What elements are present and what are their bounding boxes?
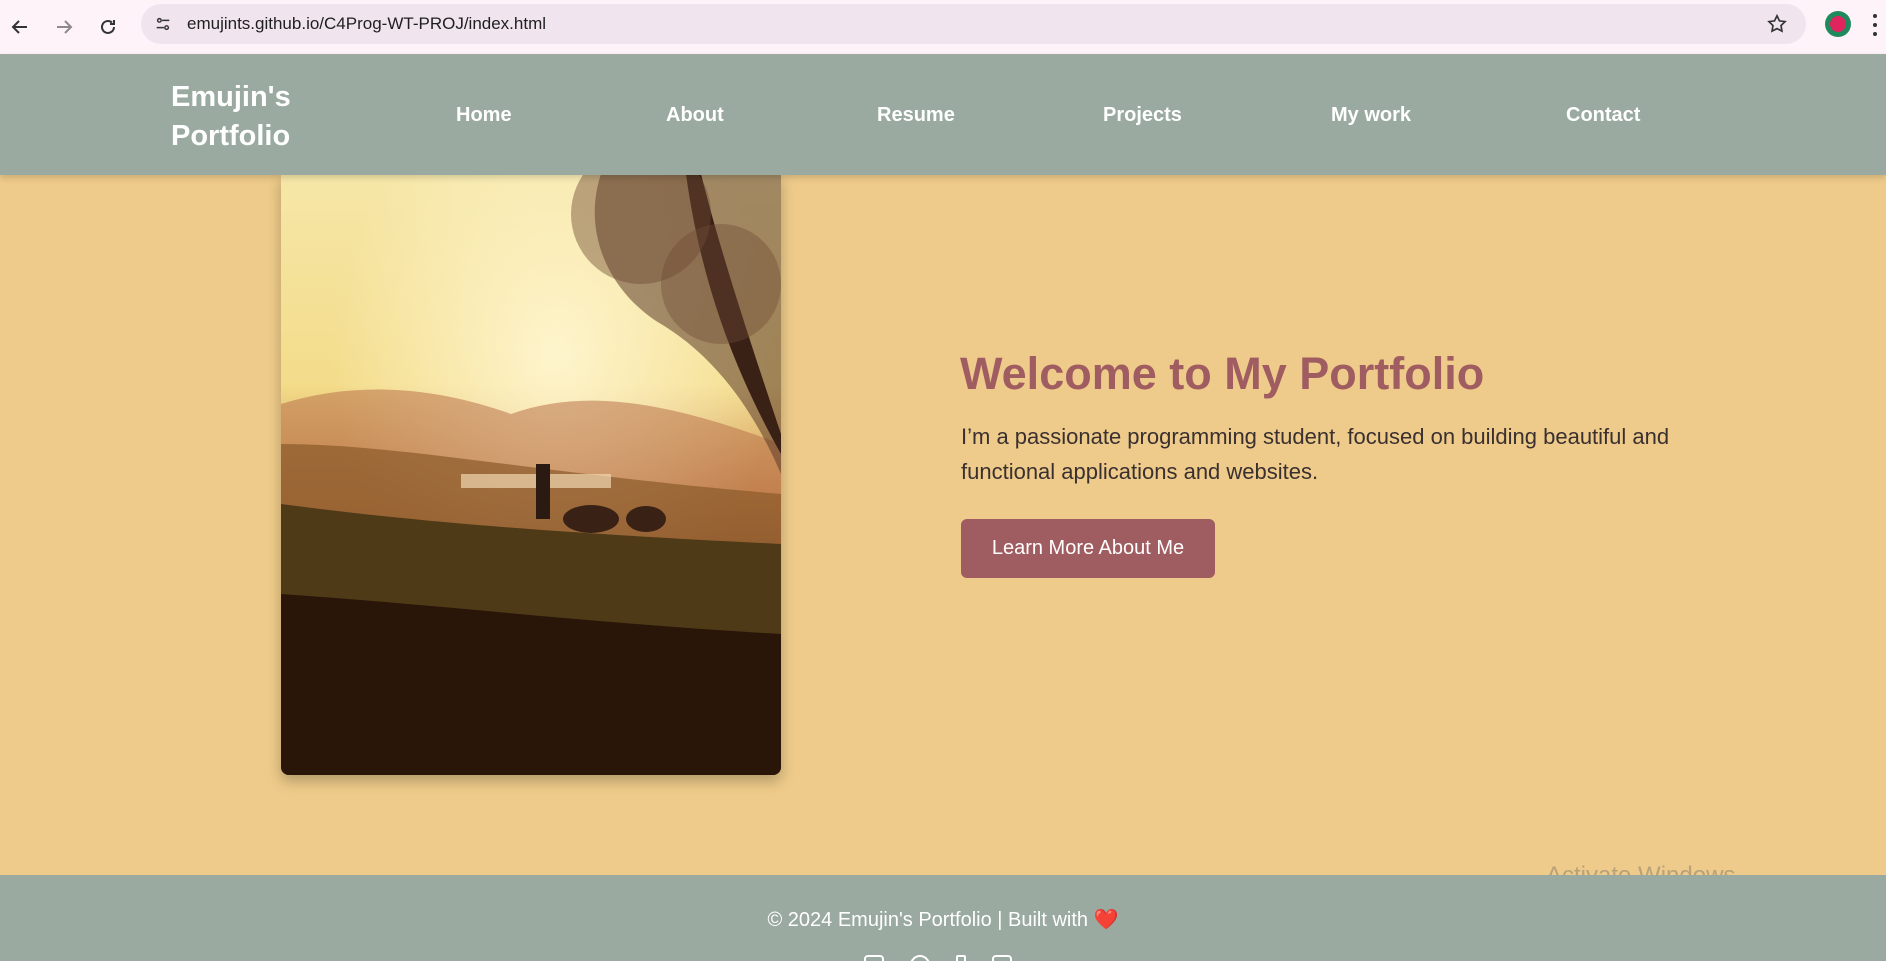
hero-title: Welcome to My Portfolio [960,348,1485,399]
hero-photo [281,174,781,775]
nav-about[interactable]: About [666,104,724,127]
main-nav: Home About Resume Projects My work Conta… [0,54,1886,175]
social-links [864,955,1012,961]
social-link-2[interactable] [910,955,930,961]
social-link-4[interactable] [992,955,1012,961]
kebab-menu-icon[interactable] [1872,14,1878,36]
reload-icon[interactable] [90,9,126,45]
copyright-text: © 2024 Emujin's Portfolio | Built with [767,909,1089,931]
hero-description-line-2: functional applications and websites. [961,459,1319,484]
site-header: Emujin's Portfolio Home About Resume Pro… [0,54,1886,175]
nav-home[interactable]: Home [456,104,512,127]
nav-projects[interactable]: Projects [1103,104,1182,127]
social-link-3[interactable] [956,955,966,961]
forward-arrow-icon[interactable] [46,9,82,45]
site-footer: © 2024 Emujin's Portfolio | Built with ❤… [0,875,1886,961]
heart-icon: ❤️ [1093,909,1119,931]
hero-description: I’m a passionate programming student, fo… [961,419,1721,489]
hero-description-line-1: I’m a passionate programming student, fo… [961,424,1670,449]
nav-contact[interactable]: Contact [1566,104,1640,127]
star-icon[interactable] [1766,13,1788,35]
nav-resume[interactable]: Resume [877,104,955,127]
profile-icon[interactable] [1825,11,1851,37]
address-bar[interactable]: emujints.github.io/C4Prog-WT-PROJ/index.… [141,4,1806,44]
learn-more-button[interactable]: Learn More About Me [961,519,1215,578]
social-link-1[interactable] [864,955,884,961]
browser-toolbar: emujints.github.io/C4Prog-WT-PROJ/index.… [0,0,1886,54]
footer-copyright: © 2024 Emujin's Portfolio | Built with ❤… [0,907,1886,932]
url-text[interactable]: emujints.github.io/C4Prog-WT-PROJ/index.… [187,14,546,34]
nav-my-work[interactable]: My work [1331,104,1411,127]
back-arrow-icon[interactable] [2,9,38,45]
site-info-icon[interactable] [149,10,177,38]
